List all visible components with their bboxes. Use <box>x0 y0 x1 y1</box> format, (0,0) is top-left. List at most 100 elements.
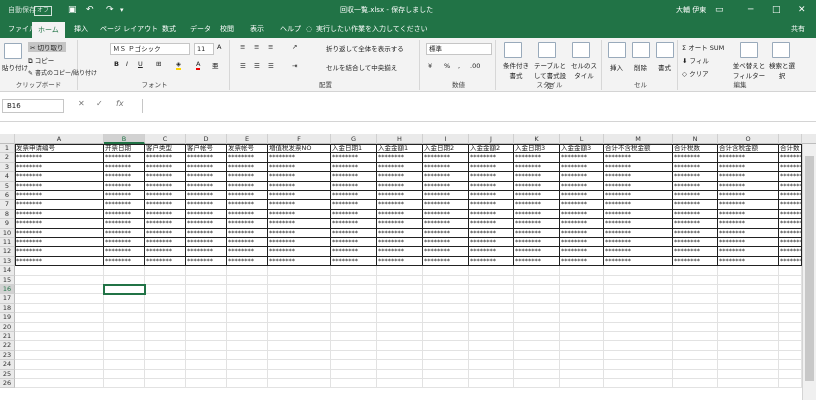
table-cell[interactable]: ******** <box>268 181 331 191</box>
table-cell[interactable] <box>604 322 673 332</box>
table-cell[interactable]: ******** <box>604 209 673 220</box>
table-cell[interactable] <box>268 275 331 285</box>
table-cell[interactable]: ******** <box>268 209 331 220</box>
table-cell[interactable] <box>15 350 104 361</box>
table-cell[interactable]: ******** <box>268 238 331 248</box>
scroll-thumb[interactable] <box>805 156 814 381</box>
table-cell[interactable] <box>145 303 186 314</box>
table-cell[interactable] <box>718 266 779 276</box>
table-cell[interactable] <box>331 294 377 304</box>
table-cell[interactable]: ******** <box>560 238 604 248</box>
table-cell[interactable]: ******** <box>469 238 514 248</box>
table-cell[interactable] <box>604 266 673 276</box>
table-cell[interactable] <box>673 322 718 332</box>
table-cell[interactable]: ******** <box>268 200 331 210</box>
table-cell[interactable] <box>718 313 779 323</box>
table-cell[interactable] <box>377 350 423 361</box>
header-cell[interactable]: 入金金額1 <box>377 144 423 154</box>
table-cell[interactable] <box>423 369 469 379</box>
cell-styles-button[interactable]: セルのスタイル <box>570 60 598 80</box>
table-cell[interactable] <box>227 266 268 276</box>
table-cell[interactable]: ******** <box>718 219 779 229</box>
header-cell[interactable]: 发票帐号 <box>227 144 268 154</box>
table-cell[interactable]: ******** <box>15 228 104 238</box>
table-cell[interactable]: ******** <box>227 191 268 201</box>
table-cell[interactable] <box>377 379 423 389</box>
name-box[interactable]: B16 <box>2 99 64 113</box>
table-cell[interactable]: ******** <box>469 191 514 201</box>
table-cell[interactable]: ******** <box>514 162 560 173</box>
table-cell[interactable]: ******** <box>779 219 802 229</box>
table-cell[interactable]: ******** <box>268 256 331 267</box>
phonetic-icon[interactable]: 亜 <box>212 60 219 70</box>
table-cell[interactable] <box>186 303 227 314</box>
insert-button[interactable]: 挿入 <box>610 62 623 72</box>
table-cell[interactable]: ******** <box>718 200 779 210</box>
table-cell[interactable] <box>514 285 560 295</box>
tab-review[interactable]: 校閲 <box>214 20 240 38</box>
table-cell[interactable] <box>15 341 104 351</box>
table-cell[interactable]: ******** <box>377 238 423 248</box>
row-header-1[interactable]: 1 <box>0 144 15 154</box>
table-cell[interactable] <box>673 379 718 389</box>
row-header-26[interactable]: 26 <box>0 379 15 389</box>
table-cell[interactable] <box>104 332 145 342</box>
underline-icon[interactable]: U <box>138 60 143 68</box>
table-cell[interactable]: ******** <box>186 200 227 210</box>
table-cell[interactable] <box>469 266 514 276</box>
row-header-2[interactable]: 2 <box>0 153 15 163</box>
customize-qat-icon[interactable]: ▾ <box>120 0 124 20</box>
table-cell[interactable]: ******** <box>145 238 186 248</box>
table-cell[interactable]: ******** <box>514 228 560 238</box>
table-cell[interactable] <box>604 294 673 304</box>
table-cell[interactable] <box>186 266 227 276</box>
table-cell[interactable]: ******** <box>469 162 514 173</box>
table-cell[interactable]: ******** <box>514 247 560 257</box>
row-header-4[interactable]: 4 <box>0 172 15 182</box>
table-cell[interactable] <box>604 360 673 370</box>
table-cell[interactable]: ******** <box>268 153 331 163</box>
table-cell[interactable]: ******** <box>331 153 377 163</box>
table-cell[interactable] <box>104 313 145 323</box>
table-cell[interactable]: ******** <box>604 162 673 173</box>
table-cell[interactable] <box>604 285 673 295</box>
table-cell[interactable]: ******** <box>673 219 718 229</box>
table-cell[interactable]: ******** <box>15 191 104 201</box>
table-cell[interactable] <box>145 313 186 323</box>
table-cell[interactable] <box>560 341 604 351</box>
percent-icon[interactable]: % <box>444 62 450 70</box>
table-cell[interactable] <box>514 379 560 389</box>
table-cell[interactable]: ******** <box>145 247 186 257</box>
table-cell[interactable]: ******** <box>186 256 227 267</box>
table-cell[interactable] <box>604 341 673 351</box>
table-cell[interactable] <box>673 369 718 379</box>
table-cell[interactable]: ******** <box>423 228 469 238</box>
header-cell[interactable]: 入金日期2 <box>423 144 469 154</box>
table-cell[interactable]: ******** <box>673 228 718 238</box>
table-cell[interactable] <box>469 341 514 351</box>
table-cell[interactable] <box>227 322 268 332</box>
table-cell[interactable] <box>331 350 377 361</box>
table-cell[interactable]: ******** <box>104 153 145 163</box>
table-cell[interactable] <box>186 275 227 285</box>
tell-me-box[interactable]: 実行したい作業を入力してください <box>316 20 434 38</box>
table-cell[interactable]: ******** <box>227 172 268 182</box>
row-header-6[interactable]: 6 <box>0 191 15 201</box>
table-cell[interactable] <box>377 332 423 342</box>
tab-insert[interactable]: 挿入 <box>68 20 94 38</box>
table-cell[interactable] <box>268 294 331 304</box>
table-cell[interactable]: ******** <box>331 247 377 257</box>
tab-formulas[interactable]: 数式 <box>156 20 182 38</box>
table-cell[interactable]: ******** <box>227 219 268 229</box>
table-cell[interactable] <box>673 313 718 323</box>
table-cell[interactable]: ******** <box>423 238 469 248</box>
table-cell[interactable] <box>186 322 227 332</box>
table-cell[interactable] <box>15 360 104 370</box>
table-cell[interactable] <box>331 379 377 389</box>
table-cell[interactable]: ******** <box>227 247 268 257</box>
table-cell[interactable]: ******** <box>779 162 802 173</box>
header-cell[interactable]: 入金日期3 <box>514 144 560 154</box>
tab-view[interactable]: 表示 <box>244 20 270 38</box>
paste-icon[interactable] <box>4 43 22 59</box>
row-header-13[interactable]: 13 <box>0 256 15 267</box>
